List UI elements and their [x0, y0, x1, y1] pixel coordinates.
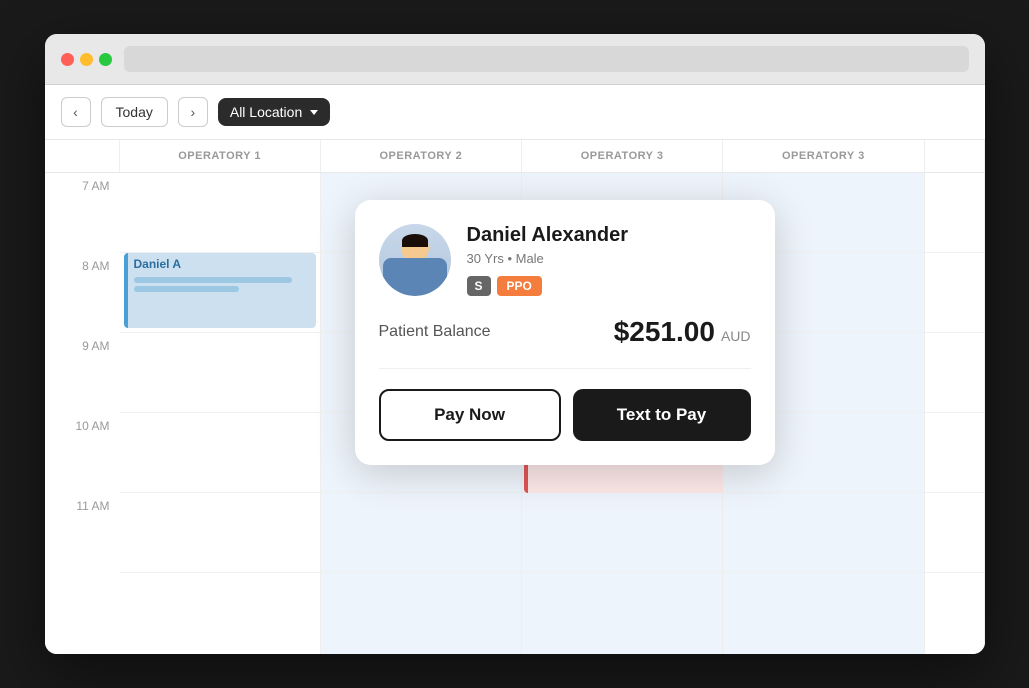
next-button[interactable]: › [178, 97, 208, 127]
pay-now-button[interactable]: Pay Now [379, 389, 561, 441]
traffic-lights [61, 53, 112, 66]
patient-info: Daniel Alexander 30 Yrs • Male S PPO [467, 224, 751, 296]
balance-currency: AUD [721, 328, 751, 344]
prev-button[interactable]: ‹ [61, 97, 91, 127]
maximize-button[interactable] [99, 53, 112, 66]
close-button[interactable] [61, 53, 74, 66]
popup-header: Daniel Alexander 30 Yrs • Male S PPO [379, 224, 751, 296]
balance-label: Patient Balance [379, 323, 491, 341]
minimize-button[interactable] [80, 53, 93, 66]
browser-window: ‹ Today › All Location OPERATORY 1 OPERA… [45, 34, 985, 654]
location-dropdown[interactable]: All Location [218, 98, 330, 126]
badge-s: S [467, 276, 491, 296]
text-to-pay-button[interactable]: Text to Pay [573, 389, 751, 441]
toolbar: ‹ Today › All Location [45, 85, 985, 140]
app-content: ‹ Today › All Location OPERATORY 1 OPERA… [45, 85, 985, 654]
browser-chrome [45, 34, 985, 85]
patient-meta: 30 Yrs • Male [467, 251, 751, 266]
popup-actions: Pay Now Text to Pay [379, 389, 751, 441]
patient-name: Daniel Alexander [467, 224, 751, 247]
calendar-area: OPERATORY 1 OPERATORY 2 OPERATORY 3 OPER… [45, 140, 985, 654]
location-label: All Location [230, 104, 302, 120]
balance-row: Patient Balance $251.00 AUD [379, 316, 751, 369]
today-button[interactable]: Today [101, 97, 168, 127]
balance-value: $251.00 [614, 316, 715, 348]
patient-popup: Daniel Alexander 30 Yrs • Male S PPO Pat… [355, 200, 775, 465]
popup-overlay: Daniel Alexander 30 Yrs • Male S PPO Pat… [45, 140, 985, 654]
chevron-down-icon [310, 110, 318, 115]
balance-amount: $251.00 AUD [614, 316, 751, 348]
patient-badges: S PPO [467, 276, 751, 296]
badge-ppo: PPO [497, 276, 542, 296]
patient-avatar [379, 224, 451, 296]
address-bar[interactable] [124, 46, 969, 72]
